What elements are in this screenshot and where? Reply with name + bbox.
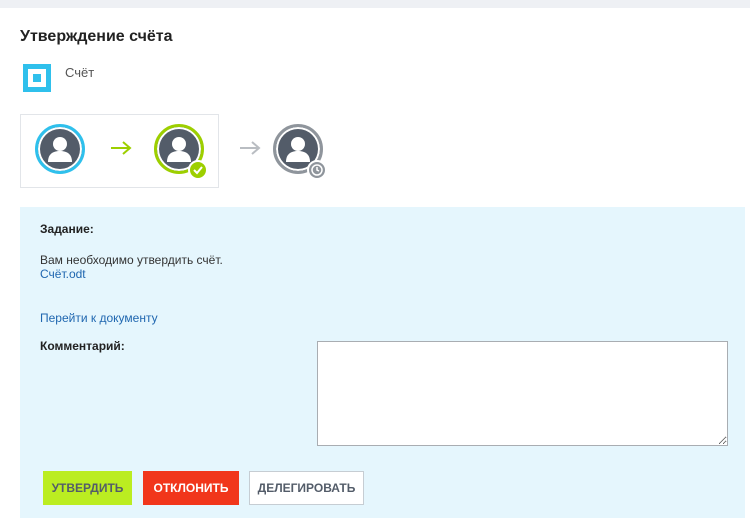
user-avatar-icon — [48, 137, 72, 162]
reject-button[interactable]: Отклонить — [143, 471, 239, 505]
page-title: Утверждение счёта — [20, 28, 173, 45]
arrow-right-icon — [111, 141, 132, 155]
file-link[interactable]: Счёт.odt — [40, 267, 86, 281]
comment-input[interactable] — [317, 341, 728, 446]
delegate-button[interactable]: Делегировать — [249, 471, 364, 505]
top-bar — [0, 0, 750, 8]
task-description: Вам необходимо утвердить счёт. — [40, 253, 223, 267]
arrow-right-icon — [240, 141, 261, 155]
approve-button[interactable]: Утвердить — [43, 471, 132, 505]
clock-icon — [307, 160, 327, 180]
task-label: Задание: — [40, 222, 94, 236]
document-icon — [23, 64, 51, 92]
comment-label: Комментарий: — [40, 339, 125, 353]
workflow-step-1-avatar[interactable] — [35, 124, 85, 174]
document-row: Счёт — [23, 64, 94, 92]
document-name: Счёт — [65, 65, 95, 80]
go-to-document-link[interactable]: Перейти к документу — [40, 311, 158, 325]
check-icon — [188, 160, 208, 180]
